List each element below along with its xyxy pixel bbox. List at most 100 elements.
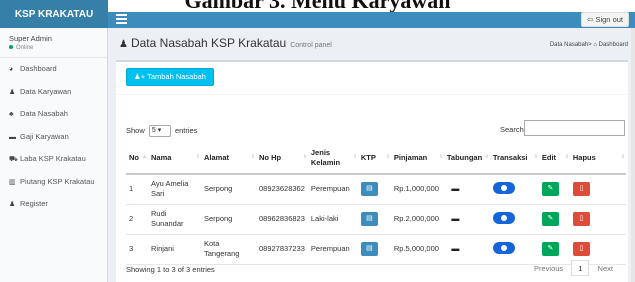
sign-out-button[interactable]: ⇦ Sign out bbox=[581, 12, 629, 27]
trash-icon[interactable]: ▯ bbox=[572, 212, 590, 226]
cell-tabungan: ▬ bbox=[443, 204, 490, 235]
trash-icon[interactable]: ▯ bbox=[572, 182, 590, 197]
transaction-icon[interactable] bbox=[492, 241, 515, 254]
col-no-hp[interactable]: No Hp ⇕ bbox=[256, 142, 308, 175]
menu-toggle-icon[interactable] bbox=[116, 14, 127, 24]
cell-no: 3 bbox=[126, 234, 148, 265]
user-plus-icon: ♟ bbox=[9, 201, 16, 208]
cell-tabungan: ▬ bbox=[443, 174, 490, 205]
col-ktp[interactable]: KTP ⇕ bbox=[357, 142, 391, 175]
table-header-row: No ▲ Nama ⇕ Alamat ⇕ No Hp ⇕ Jenis Kelamin ⇕ … bbox=[126, 142, 626, 175]
money-icon: ▬ bbox=[9, 133, 16, 141]
cell-edit: ✎ bbox=[538, 174, 570, 205]
search-input[interactable] bbox=[524, 120, 625, 136]
sidebar-item-gaji-karyawan[interactable]: ▬ Gaji Karyawan bbox=[0, 126, 107, 149]
id-card-icon[interactable]: ▤ bbox=[360, 242, 378, 256]
pagination-next[interactable]: Next bbox=[592, 261, 619, 277]
col-hapus[interactable]: Hapus ⇕ bbox=[569, 142, 626, 175]
transaction-icon[interactable] bbox=[492, 211, 515, 224]
cell-hapus: ▯ bbox=[569, 174, 626, 205]
user-status: Online bbox=[9, 45, 107, 51]
breadcrumb[interactable]: Data Nasabah> ⌂ Dashboard bbox=[550, 42, 628, 48]
cell-nama: Ayu Amelia Sari bbox=[148, 174, 201, 205]
id-card-icon[interactable]: ▤ bbox=[360, 212, 378, 226]
search-label: Search: bbox=[500, 125, 526, 134]
cell-no-hp: 08923628362 bbox=[256, 174, 308, 205]
online-dot-icon bbox=[9, 45, 13, 50]
user-panel: Super Admin Online bbox=[0, 28, 107, 58]
edit-icon[interactable]: ✎ bbox=[541, 182, 559, 197]
dashboard-icon: ◕ bbox=[9, 66, 14, 73]
entries-select[interactable]: 5 ▾ bbox=[148, 125, 171, 137]
cell-hapus: ▯ bbox=[569, 204, 626, 235]
divider bbox=[116, 94, 628, 95]
sidebar-item-laba[interactable]: ⛟ Laba KSP Krakatau bbox=[0, 148, 107, 171]
cell-ktp: ▤ bbox=[357, 204, 391, 235]
table-row: 1 Ayu Amelia Sari Serpong 08923628362 Pe… bbox=[126, 174, 626, 205]
transaction-icon[interactable] bbox=[492, 181, 515, 194]
edit-icon[interactable]: ✎ bbox=[541, 242, 559, 256]
entries-length-control: Show 5 ▾ entries bbox=[126, 125, 197, 137]
cell-no: 2 bbox=[126, 204, 148, 235]
wallet-icon[interactable]: ▬ bbox=[446, 182, 464, 197]
col-alamat[interactable]: Alamat ⇕ bbox=[201, 142, 256, 175]
pagination-page-1[interactable]: 1 bbox=[571, 260, 590, 276]
add-nasabah-button[interactable]: ♟+ Tambah Nasabah bbox=[126, 68, 214, 86]
col-no[interactable]: No ▲ bbox=[126, 142, 148, 175]
sidebar-item-dashboard[interactable]: ◕ Dashboard bbox=[0, 58, 107, 81]
cell-edit: ✎ bbox=[538, 204, 570, 235]
cell-pinjaman: Rp.2,000,000 bbox=[390, 204, 444, 235]
nasabah-table: No ▲ Nama ⇕ Alamat ⇕ No Hp ⇕ Jenis Kelamin ⇕ … bbox=[126, 142, 626, 265]
car-icon: ⛟ bbox=[9, 156, 18, 163]
cell-nama: Rinjani bbox=[148, 234, 201, 265]
trash-icon[interactable]: ▯ bbox=[572, 242, 590, 256]
sidebar-item-data-karyawan[interactable]: ♟ Data Karyawan bbox=[0, 81, 107, 104]
cell-alamat: Serpong bbox=[201, 204, 256, 235]
cell-jenis-kelamin: Laki-laki bbox=[307, 204, 358, 235]
cell-no-hp: 08927837233 bbox=[256, 234, 308, 265]
cell-nama: Rudi Sunandar bbox=[148, 204, 201, 235]
wallet-icon[interactable]: ▬ bbox=[446, 212, 464, 226]
sidebar-item-register[interactable]: ♟ Register bbox=[0, 193, 107, 216]
content-header: ♟ Data Nasabah KSP Krakatau Control panel … bbox=[116, 36, 628, 56]
edit-icon[interactable]: ✎ bbox=[541, 212, 559, 226]
user-name: Super Admin bbox=[9, 34, 52, 43]
id-card-icon[interactable]: ▤ bbox=[360, 182, 378, 197]
cell-pinjaman: Rp.1,000,000 bbox=[390, 174, 444, 205]
sidebar-item-piutang[interactable]: ▥ Piutang KSP Krakatau bbox=[0, 171, 107, 194]
wallet-icon[interactable]: ▬ bbox=[446, 242, 464, 256]
cell-pinjaman: Rp.5,000,000 bbox=[390, 234, 444, 265]
col-pinjaman[interactable]: Pinjaman ⇕ bbox=[390, 142, 444, 175]
page-subtitle: Control panel bbox=[290, 42, 332, 49]
col-edit[interactable]: Edit ⇕ bbox=[538, 142, 570, 175]
user-icon: ♟ bbox=[119, 39, 128, 50]
chart-icon: ▥ bbox=[9, 178, 16, 186]
sidebar-item-data-nasabah[interactable]: ♣ Data Nasabah bbox=[0, 103, 107, 126]
cell-ktp: ▤ bbox=[357, 234, 391, 265]
user-plus-icon: ♟+ bbox=[134, 72, 148, 81]
cell-alamat: Serpong bbox=[201, 174, 256, 205]
col-transaksi[interactable]: Transaksi ⇕ bbox=[489, 142, 539, 175]
scrollbar[interactable] bbox=[631, 28, 635, 282]
cell-transaksi bbox=[489, 174, 539, 205]
col-tabungan[interactable]: Tabungan ⇕ bbox=[443, 142, 490, 175]
table-info: Showing 1 to 3 of 3 entries bbox=[126, 265, 215, 274]
cell-tabungan: ▬ bbox=[443, 234, 490, 265]
data-box: ♟+ Tambah Nasabah Show 5 ▾ entries Searc… bbox=[116, 60, 628, 282]
user-icon: ♟ bbox=[9, 88, 16, 96]
cell-transaksi bbox=[489, 204, 539, 235]
pagination-previous[interactable]: Previous bbox=[528, 261, 569, 277]
pagination: Previous 1 Next bbox=[528, 260, 619, 276]
col-nama[interactable]: Nama ⇕ bbox=[148, 142, 201, 175]
cell-ktp: ▤ bbox=[357, 174, 391, 205]
cell-no-hp: 08962836823 bbox=[256, 204, 308, 235]
cell-jenis-kelamin: Perempuan bbox=[307, 234, 358, 265]
table-row: 2 Rudi Sunandar Serpong 08962836823 Laki… bbox=[126, 204, 626, 235]
sidebar: Super Admin Online ◕ Dashboard ♟ Data Kary… bbox=[0, 28, 108, 282]
page-title: ♟ Data Nasabah KSP Krakatau Control panel bbox=[119, 36, 332, 50]
col-jenis-kelamin[interactable]: Jenis Kelamin ⇕ bbox=[307, 142, 358, 175]
cell-alamat: Kota Tangerang bbox=[201, 234, 256, 265]
brand-logo[interactable]: KSP KRAKATAU bbox=[0, 0, 108, 28]
cell-jenis-kelamin: Perempuan bbox=[307, 174, 358, 205]
users-icon: ♣ bbox=[9, 111, 14, 118]
